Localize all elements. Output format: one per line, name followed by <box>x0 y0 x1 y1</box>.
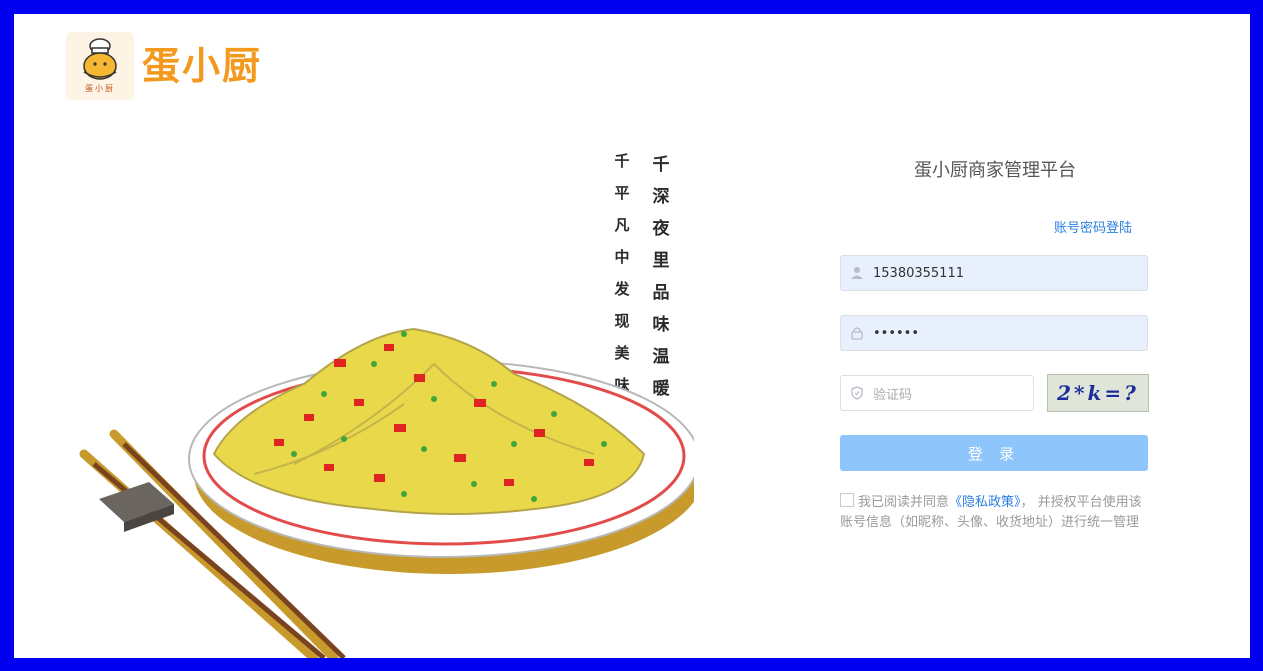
username-value: 15380355111 <box>873 265 964 281</box>
password-field[interactable]: •••••• <box>840 315 1148 351</box>
agree-prefix: 我已阅读并同意 <box>858 495 950 510</box>
captcha-image[interactable]: 2*k=? <box>1047 374 1149 412</box>
user-icon <box>841 266 873 280</box>
lock-icon <box>841 326 873 340</box>
poem-char: 中 <box>614 248 630 266</box>
login-title: 蛋小厨商家管理平台 <box>914 160 1076 181</box>
poem-char: 凡 <box>614 216 630 234</box>
login-mode-link[interactable]: 账号密码登陆 <box>1054 217 1132 236</box>
poem-char: 里 <box>652 251 670 271</box>
poem-char: 深 <box>652 187 670 207</box>
agree-checkbox[interactable] <box>840 493 854 507</box>
brand-logo: 蛋小厨 蛋小厨 <box>66 32 262 100</box>
poem-char: 夜 <box>652 219 670 239</box>
poem-char: 千 <box>614 152 630 170</box>
password-value: •••••• <box>873 325 920 341</box>
privacy-policy-link[interactable]: 《隐私政策》 <box>949 495 1021 510</box>
poem-char: 千 <box>652 155 670 175</box>
chef-egg-icon <box>83 38 117 80</box>
login-button[interactable]: 登 录 <box>840 435 1148 471</box>
privacy-agreement: 我已阅读并同意《隐私政策》， 并授权平台使用该账号信息（如昵称、头像、收货地址）… <box>840 493 1150 533</box>
username-field[interactable]: 15380355111 <box>840 255 1148 291</box>
shield-icon <box>841 386 873 400</box>
brand-name: 蛋小厨 <box>142 44 263 88</box>
login-page: 蛋小厨 蛋小厨 千 平 凡 中 发 现 美 味 千 深 夜 里 品 味 温 暖 <box>14 14 1250 658</box>
logo-badge: 蛋小厨 <box>66 32 134 100</box>
poem-char: 平 <box>614 184 630 202</box>
code-placeholder: 验证码 <box>873 387 913 403</box>
badge-text: 蛋小厨 <box>85 84 115 93</box>
fried-rice-illustration <box>79 327 694 658</box>
verification-code-input[interactable]: 验证码 <box>840 375 1034 411</box>
